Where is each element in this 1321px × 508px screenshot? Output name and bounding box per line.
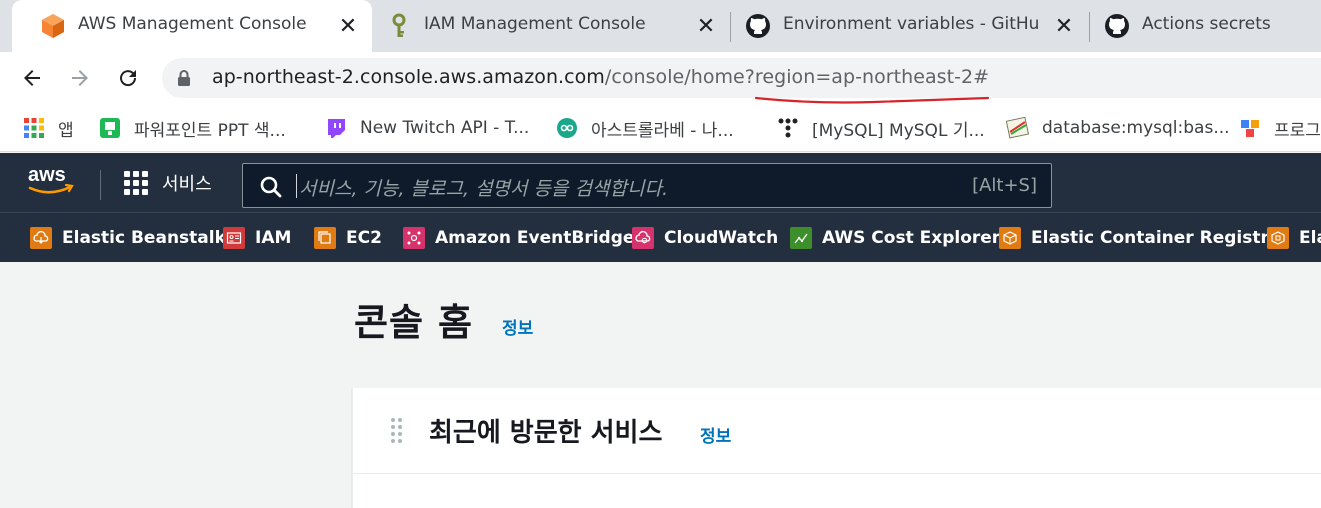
nav-divider	[100, 170, 101, 200]
reload-icon	[120, 70, 137, 87]
forward-arrow-icon	[72, 70, 88, 86]
tab-actions-secrets[interactable]: Actions secrets	[1090, 0, 1321, 52]
github-icon	[745, 13, 771, 39]
bookmark-label: database:mysql:bas...	[1042, 118, 1230, 138]
puzzle-icon	[1238, 116, 1262, 140]
reload-button[interactable]	[110, 60, 146, 96]
aws-box-icon	[40, 13, 66, 39]
bookmark-ppt[interactable]: 파워포인트 PPT 색...	[98, 114, 286, 142]
elastic-beanstalk-icon	[30, 227, 52, 249]
favorite-ec2[interactable]: EC2	[314, 225, 382, 251]
recent-services-info-link[interactable]: 정보	[700, 422, 731, 447]
favorite-label: CloudWatch	[664, 228, 779, 248]
favorite-aws-cost-explorer[interactable]: AWS Cost Explorer	[790, 225, 1000, 251]
favorites-bar: Elastic Beanstalk IAM EC2 Amazon EventBr…	[0, 212, 1321, 262]
github-icon	[1104, 13, 1130, 39]
favorite-label: Amazon EventBridge	[435, 228, 635, 248]
recent-services-title: 최근에 방문한 서비스	[429, 418, 663, 448]
search-shortcut-hint: [Alt+S]	[972, 175, 1037, 196]
aws-top-navigation: aws 서비스 서비스, 기능, 블로그, 설명서 등을 검색합니다. [Alt…	[0, 153, 1321, 212]
favorite-cloudwatch[interactable]: CloudWatch	[632, 225, 778, 251]
bookmark-programmers[interactable]: 프로그	[1238, 114, 1321, 142]
favorite-elastic-beanstalk[interactable]: Elastic Beanstalk	[30, 225, 226, 251]
bookmark-label: 프로그	[1274, 120, 1321, 141]
recent-services-panel: 최근에 방문한 서비스 정보	[352, 388, 1321, 508]
url-text: ap-northeast-2.console.aws.amazon.com/co…	[212, 66, 989, 88]
tab-title: AWS Management Console	[78, 14, 307, 34]
apps-grid-icon	[22, 116, 46, 140]
url-host: ap-northeast-2.console.aws.amazon.com	[212, 66, 605, 88]
browser-toolbar: ap-northeast-2.console.aws.amazon.com/co…	[0, 52, 1321, 104]
tab-title: Environment variables - GitHub	[783, 14, 1041, 34]
tab-title: Actions secrets	[1142, 14, 1271, 34]
key-icon	[386, 13, 412, 39]
favorite-elastic-container-registry[interactable]: Elastic Container Registry	[999, 225, 1280, 251]
favorite-iam[interactable]: IAM	[223, 225, 291, 251]
bookmarks-bar: 앱 파워포인트 PPT 색... New Twitch API - T... 아…	[0, 104, 1321, 152]
close-tab-icon[interactable]: ✕	[694, 12, 718, 40]
services-label: 서비스	[162, 174, 212, 195]
astrolabe-icon	[555, 116, 579, 140]
favorite-label: Ela	[1299, 228, 1321, 248]
tab-iam-management-console[interactable]: IAM Management Console ✕	[372, 0, 728, 52]
back-button[interactable]	[14, 60, 50, 96]
address-bar[interactable]: ap-northeast-2.console.aws.amazon.com/co…	[162, 58, 1321, 98]
aws-search-input[interactable]: 서비스, 기능, 블로그, 설명서 등을 검색합니다. [Alt+S]	[242, 163, 1052, 208]
bookmark-mysql[interactable]: [MySQL] MySQL 기...	[776, 114, 985, 142]
panel-header: 최근에 방문한 서비스 정보	[353, 388, 1321, 474]
bookmark-label: 파워포인트 PPT 색...	[134, 120, 286, 141]
favorite-label: Elastic Beanstalk	[62, 228, 226, 248]
bookmark-twitch-api[interactable]: New Twitch API - T...	[324, 114, 529, 142]
iam-icon	[223, 227, 245, 249]
bookmark-label: New Twitch API - T...	[360, 118, 530, 138]
search-icon	[259, 175, 283, 203]
text-caret	[296, 174, 297, 198]
ppt-bookmark-icon	[98, 116, 122, 140]
tab-environment-variables-github[interactable]: Environment variables - GitHub ✕	[731, 0, 1088, 52]
close-tab-icon[interactable]: ✕	[336, 12, 360, 40]
drag-handle-icon[interactable]	[391, 418, 402, 443]
favorite-label: AWS Cost Explorer	[822, 228, 1001, 248]
ec2-icon	[314, 227, 336, 249]
bookmark-database-mysql[interactable]: database:mysql:bas...	[1006, 114, 1230, 142]
console-home-content: 콘솔 홈 정보 최근에 방문한 서비스 정보	[0, 262, 1321, 508]
bookmark-astrolabe[interactable]: 아스트롤라베 - 나...	[555, 114, 734, 142]
tistory-icon	[776, 116, 800, 140]
twitch-icon	[324, 116, 348, 140]
lock-icon[interactable]	[176, 69, 192, 91]
services-menu-button[interactable]: 서비스	[124, 168, 212, 198]
favorite-label: IAM	[255, 228, 292, 248]
favorite-label: EC2	[346, 228, 382, 248]
back-arrow-icon	[24, 70, 40, 86]
cloudwatch-icon	[632, 227, 654, 249]
tab-title: IAM Management Console	[424, 14, 646, 34]
favorite-label: Elastic Container Registry	[1031, 228, 1280, 248]
url-path: /console/home?region=ap-northeast-2#	[604, 66, 990, 88]
bookmark-label: 아스트롤라베 - 나...	[591, 120, 734, 141]
ecs-icon	[1267, 227, 1289, 249]
bookmark-label: [MySQL] MySQL 기...	[812, 120, 985, 141]
bookmark-apps[interactable]: 앱	[22, 114, 74, 142]
tab-aws-management-console[interactable]: AWS Management Console ✕	[12, 0, 372, 52]
eventbridge-icon	[403, 227, 425, 249]
close-tab-icon[interactable]: ✕	[1052, 12, 1076, 40]
favorite-amazon-eventbridge[interactable]: Amazon EventBridge	[403, 225, 634, 251]
favorite-ela-truncated[interactable]: Ela	[1267, 225, 1321, 251]
wiki-icon	[1006, 116, 1030, 140]
services-grid-icon	[124, 171, 148, 195]
page-info-link[interactable]: 정보	[502, 314, 533, 339]
browser-tab-strip: AWS Management Console ✕ IAM Management …	[0, 0, 1321, 52]
cost-explorer-icon	[790, 227, 812, 249]
aws-logo[interactable]: aws	[26, 163, 76, 199]
page-title: 콘솔 홈	[354, 301, 474, 344]
ecr-icon	[999, 227, 1021, 249]
search-placeholder: 서비스, 기능, 블로그, 설명서 등을 검색합니다.	[299, 178, 668, 200]
bookmark-label: 앱	[58, 120, 74, 141]
aws-logo-text: aws	[28, 164, 66, 186]
forward-button[interactable]	[62, 60, 98, 96]
